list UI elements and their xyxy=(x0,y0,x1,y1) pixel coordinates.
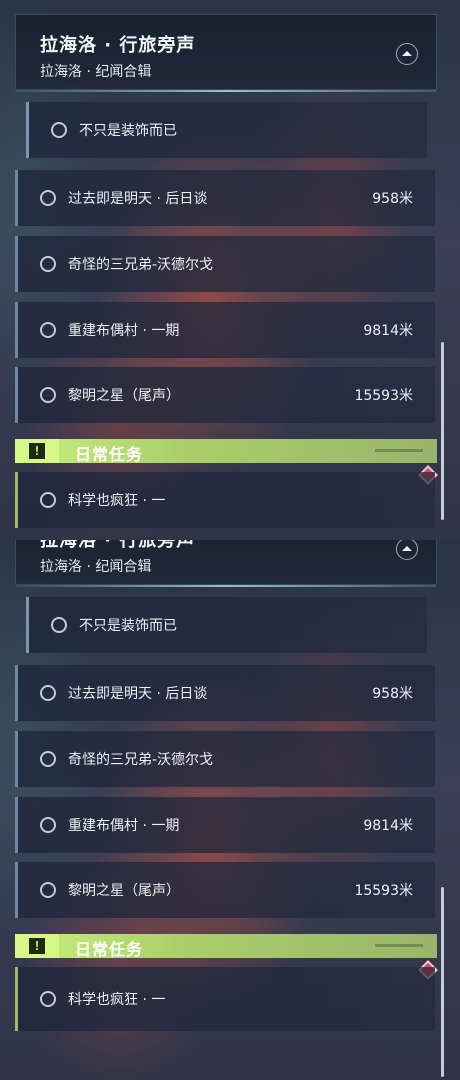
quest-tracker-panel-scrolled: 拉海洛 · 行旅旁声 拉海洛 · 纪闻合辑 不只是装饰而已 过去即是明天 · 后… xyxy=(0,540,460,1080)
radio-icon[interactable] xyxy=(40,685,56,701)
quest-label: 奇怪的三兄弟-沃德尔戈 xyxy=(68,752,214,768)
quest-item[interactable]: 重建布偶村 · 一期 9814米 xyxy=(15,302,435,358)
radio-icon[interactable] xyxy=(40,991,56,1007)
quest-item[interactable]: 黎明之星（尾声） 15593米 xyxy=(15,367,435,423)
chapter-title: 拉海洛 · 行旅旁声 xyxy=(40,35,196,56)
section-decoration xyxy=(375,449,423,452)
radio-icon[interactable] xyxy=(40,256,56,272)
chapter-subtitle: 拉海洛 · 纪闻合辑 xyxy=(40,64,152,80)
quest-label: 奇怪的三兄弟-沃德尔戈 xyxy=(68,257,214,273)
quest-distance: 15593米 xyxy=(354,388,413,404)
chapter-subtitle: 拉海洛 · 纪闻合辑 xyxy=(40,559,152,575)
quest-label: 科学也疯狂 · 一 xyxy=(68,992,166,1008)
radio-icon[interactable] xyxy=(40,751,56,767)
quest-label: 黎明之星（尾声） xyxy=(68,388,180,404)
radio-icon[interactable] xyxy=(40,882,56,898)
radio-icon[interactable] xyxy=(51,617,67,633)
quest-distance: 958米 xyxy=(372,686,413,702)
quest-label: 黎明之星（尾声） xyxy=(68,883,180,899)
quest-chapter-header[interactable]: 拉海洛 · 行旅旁声 拉海洛 · 纪闻合辑 xyxy=(15,540,437,587)
quest-item[interactable]: 不只是装饰而已 xyxy=(26,597,427,653)
radio-icon[interactable] xyxy=(51,122,67,138)
quest-distance: 15593米 xyxy=(354,883,413,899)
quest-label: 过去即是明天 · 后日谈 xyxy=(68,686,208,702)
quest-label: 不只是装饰而已 xyxy=(79,123,177,139)
quest-label: 不只是装饰而已 xyxy=(79,618,177,634)
daily-quests-header[interactable]: ! 日常任务 xyxy=(15,439,437,464)
section-title: 日常任务 xyxy=(75,445,144,464)
quest-item[interactable]: 过去即是明天 · 后日谈 958米 xyxy=(15,170,435,226)
collapse-button[interactable] xyxy=(396,43,418,65)
daily-quest-item[interactable]: 科学也疯狂 · 一 xyxy=(15,472,435,528)
chevron-up-icon xyxy=(402,50,412,56)
quest-distance: 9814米 xyxy=(363,818,413,834)
quest-distance: 9814米 xyxy=(363,323,413,339)
radio-icon[interactable] xyxy=(40,387,56,403)
radio-icon[interactable] xyxy=(40,817,56,833)
radio-icon[interactable] xyxy=(40,322,56,338)
quest-label: 科学也疯狂 · 一 xyxy=(68,493,166,509)
quest-item[interactable]: 黎明之星（尾声） 15593米 xyxy=(15,862,435,918)
radio-icon[interactable] xyxy=(40,492,56,508)
quest-item[interactable]: 过去即是明天 · 后日谈 958米 xyxy=(15,665,435,721)
section-title: 日常任务 xyxy=(75,940,144,959)
quest-item[interactable]: 奇怪的三兄弟-沃德尔戈 xyxy=(15,731,435,787)
chapter-title: 拉海洛 · 行旅旁声 xyxy=(40,540,196,551)
scrollbar-thumb[interactable] xyxy=(441,887,444,1077)
radio-icon[interactable] xyxy=(40,190,56,206)
quest-chapter-header[interactable]: 拉海洛 · 行旅旁声 拉海洛 · 纪闻合辑 xyxy=(15,14,437,92)
daily-quest-item[interactable]: 科学也疯狂 · 一 xyxy=(15,967,435,1031)
quest-item[interactable]: 不只是装饰而已 xyxy=(26,102,427,158)
quest-item[interactable]: 重建布偶村 · 一期 9814米 xyxy=(15,797,435,853)
quest-label: 重建布偶村 · 一期 xyxy=(68,818,180,834)
quest-distance: 958米 xyxy=(372,191,413,207)
chevron-up-icon xyxy=(402,545,412,551)
quest-label: 过去即是明天 · 后日谈 xyxy=(68,191,208,207)
collapse-button[interactable] xyxy=(396,540,418,560)
alert-icon: ! xyxy=(15,439,59,463)
scrollbar-thumb[interactable] xyxy=(441,342,444,520)
daily-quests-header[interactable]: ! 日常任务 xyxy=(15,934,437,959)
alert-icon: ! xyxy=(15,934,59,958)
quest-label: 重建布偶村 · 一期 xyxy=(68,323,180,339)
quest-tracker-panel: 拉海洛 · 行旅旁声 拉海洛 · 纪闻合辑 不只是装饰而已 过去即是明天 · 后… xyxy=(0,0,460,540)
section-decoration xyxy=(375,944,423,947)
quest-item[interactable]: 奇怪的三兄弟-沃德尔戈 xyxy=(15,236,435,292)
